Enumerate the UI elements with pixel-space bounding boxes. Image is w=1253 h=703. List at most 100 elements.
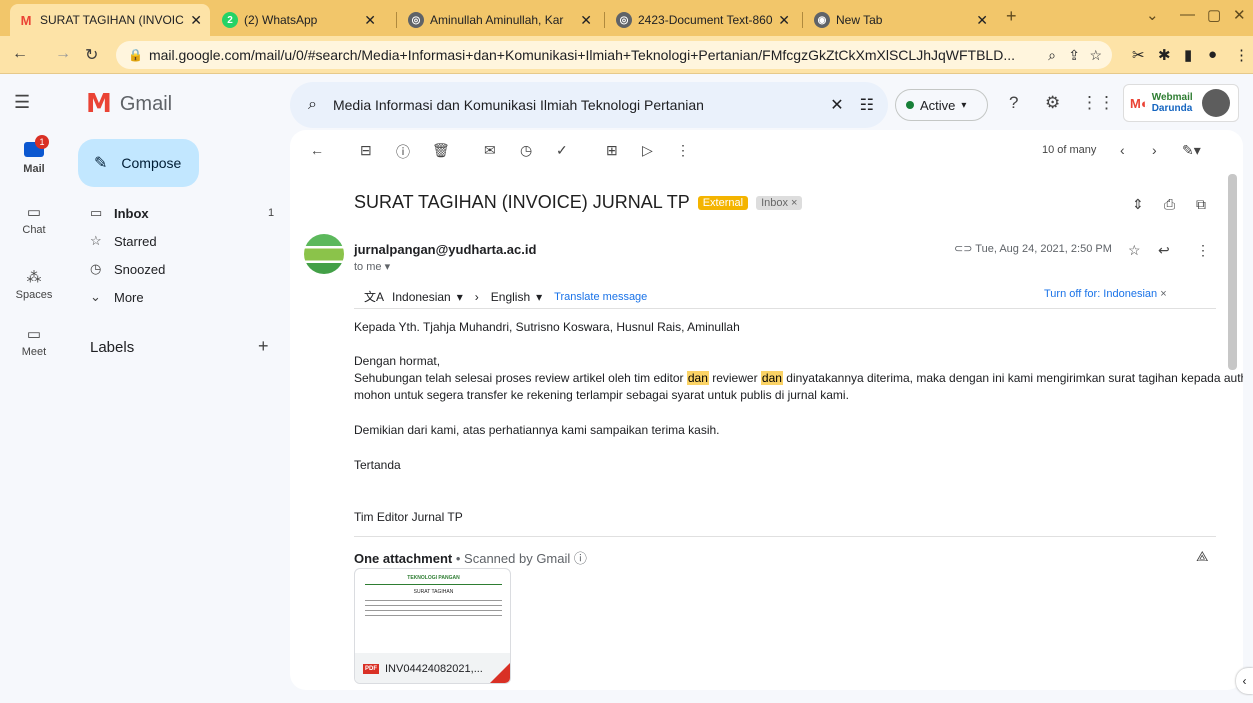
prev-icon[interactable]: ‹ (1120, 142, 1125, 158)
reload-icon[interactable]: ↻ (85, 45, 98, 65)
pencil-icon: ✎ (94, 155, 108, 172)
search-icon[interactable]: ⌕ (308, 96, 317, 114)
tab-new[interactable]: ◉ New Tab ✕ (806, 4, 996, 36)
rail-meet[interactable]: ▭ Meet (0, 325, 68, 358)
archive-icon[interactable]: ⊟ (360, 142, 372, 159)
search-input[interactable]: Media Informasi dan Komunikasi Ilmiah Te… (333, 97, 830, 113)
mark-unread-icon[interactable]: ✉ (484, 142, 496, 159)
recipient-dropdown[interactable]: to me ▾ (354, 260, 390, 273)
turn-off-translate[interactable]: Turn off for: Indonesian × (1044, 288, 1167, 300)
tab-divider (604, 12, 605, 28)
rail-label: Meet (21, 346, 47, 358)
scrollbar[interactable] (1228, 174, 1237, 370)
tab-title: 2423-Document Text-860 (638, 13, 773, 27)
email-date: ⊂⊃ Tue, Aug 24, 2021, 2:50 PM (954, 242, 1112, 255)
clear-search-icon[interactable]: ✕ (830, 95, 843, 115)
move-to-icon[interactable]: ⊞ (606, 142, 618, 159)
gmail-logo[interactable]: M Gmail (86, 89, 172, 119)
rail-spaces[interactable]: ⁂ Spaces (0, 268, 68, 301)
tab-gmail[interactable]: M SURAT TAGIHAN (INVOIC ✕ (10, 4, 210, 36)
chrome-icon: ◉ (814, 12, 830, 28)
inbox-chip[interactable]: Inbox × (756, 195, 803, 210)
add-task-icon[interactable]: ✓ (556, 142, 568, 159)
compose-button[interactable]: ✎ Compose (78, 139, 199, 187)
star-icon[interactable]: ☆ (1128, 242, 1141, 259)
profile-icon[interactable]: ● (1208, 46, 1217, 63)
add-to-drive-icon[interactable]: ⟁ (1196, 548, 1209, 565)
back-icon[interactable]: ← (12, 45, 28, 63)
nav-starred[interactable]: ☆ Starred (78, 227, 288, 255)
body-line-5: Demikian dari kami, atas perhatiannya ka… (354, 423, 720, 437)
restore-icon[interactable]: ▢ (1207, 6, 1221, 24)
tab-document[interactable]: ◎ 2423-Document Text-860 ✕ (608, 4, 798, 36)
reply-icon[interactable]: ↩ (1158, 242, 1170, 259)
turn-off-text: Turn off for: Indonesian (1044, 288, 1158, 300)
back-arrow-icon[interactable]: ← (310, 142, 324, 158)
status-dropdown[interactable]: Active ▾ (895, 89, 988, 121)
brand-text: Webmail (1151, 92, 1193, 103)
next-icon[interactable]: › (1152, 142, 1157, 158)
minimize-icon[interactable]: — (1180, 6, 1195, 23)
close-icon[interactable]: ✕ (976, 12, 988, 29)
snooze-icon[interactable]: ◷ (520, 142, 532, 159)
rail-mail[interactable]: 1 Mail (0, 135, 68, 175)
chevron-down-icon[interactable]: ⌄ (1146, 6, 1159, 24)
body-line-6: Tertanda (354, 458, 401, 472)
filter-icon[interactable]: ☷ (860, 95, 874, 115)
nav-snoozed[interactable]: ◷ Snoozed (78, 255, 288, 283)
translate-message-link[interactable]: Translate message (554, 291, 647, 303)
puzzle-icon[interactable]: ✱ (1158, 46, 1171, 64)
side-panel-toggle[interactable]: ‹ (1236, 668, 1253, 694)
add-label-icon[interactable]: + (258, 336, 269, 357)
nav-inbox[interactable]: ▭ Inbox 1 (78, 199, 288, 227)
menu-dots-icon[interactable]: ⋮ (1234, 46, 1249, 64)
nav-label: Inbox (114, 205, 149, 221)
print-icon[interactable]: ⎙ (1164, 196, 1175, 213)
help-icon[interactable]: ? (1009, 93, 1018, 113)
new-tab-icon[interactable]: + (1006, 6, 1017, 27)
close-icon[interactable]: ✕ (190, 12, 202, 29)
gear-icon[interactable]: ⚙ (1045, 93, 1060, 113)
rail-chat[interactable]: ▭ Chat (0, 203, 68, 236)
search-bar[interactable]: ⌕ Media Informasi dan Komunikasi Ilmiah … (290, 82, 888, 128)
label-tag-icon: ⊂⊃ (954, 243, 973, 255)
delete-icon[interactable]: 🗑 (432, 142, 450, 159)
close-icon[interactable]: × (1160, 288, 1166, 300)
translate-to[interactable]: English (491, 290, 530, 304)
rail-label: Mail (23, 163, 45, 175)
open-new-window-icon[interactable]: ⧉ (1196, 196, 1206, 213)
subject-text: SURAT TAGIHAN (INVOICE) JURNAL TP (354, 192, 690, 212)
close-icon[interactable]: ✕ (778, 12, 790, 29)
chat-icon: ▭ (26, 204, 42, 221)
attachment-card[interactable]: TEKNOLOGI PANGAN SURAT TAGIHAN PDF INV04… (354, 568, 511, 684)
globe-icon: ◎ (616, 12, 632, 28)
more-vert-icon[interactable]: ⋮ (676, 142, 690, 159)
nav-more[interactable]: ⌄ More (78, 283, 288, 311)
info-icon[interactable]: ⓘ (574, 551, 587, 566)
report-spam-icon[interactable]: ⓘ (396, 142, 410, 162)
account-brand[interactable]: M◐ Webmail Darunda (1123, 84, 1239, 122)
forward-icon[interactable]: → (55, 45, 71, 63)
avatar (1202, 89, 1230, 117)
zoom-icon[interactable]: ⌕ (1048, 47, 1056, 64)
translate-from[interactable]: Indonesian (392, 290, 451, 304)
address-bar[interactable]: 🔒 mail.google.com/mail/u/0/#search/Media… (116, 41, 1112, 69)
sidepanel-icon[interactable]: ▮ (1184, 46, 1192, 64)
input-tools-icon[interactable]: ✎▾ (1182, 142, 1201, 159)
star-icon[interactable]: ☆ (1089, 47, 1102, 64)
expand-icon[interactable]: ⇕ (1132, 196, 1144, 213)
tab-whatsapp[interactable]: 2 (2) WhatsApp ✕ (214, 4, 384, 36)
tab-aminullah[interactable]: ◎ Aminullah Aminullah, Kar ✕ (400, 4, 600, 36)
close-icon[interactable]: ✕ (364, 12, 376, 29)
body-line-2: Dengan hormat, (354, 354, 441, 368)
close-icon[interactable]: ✕ (580, 12, 592, 29)
main-menu-icon[interactable]: ☰ (14, 92, 30, 113)
inbox-chip-label: Inbox (761, 196, 788, 209)
label-icon[interactable]: ▷ (642, 142, 653, 159)
sender-avatar[interactable] (304, 234, 344, 274)
apps-grid-icon[interactable]: ⋮⋮ (1081, 93, 1115, 113)
window-close-icon[interactable]: ✕ (1233, 6, 1246, 24)
share-icon[interactable]: ⇪ (1068, 47, 1080, 64)
more-vert-icon[interactable]: ⋮ (1196, 242, 1210, 259)
extension-icon[interactable]: ✂ (1132, 46, 1145, 64)
